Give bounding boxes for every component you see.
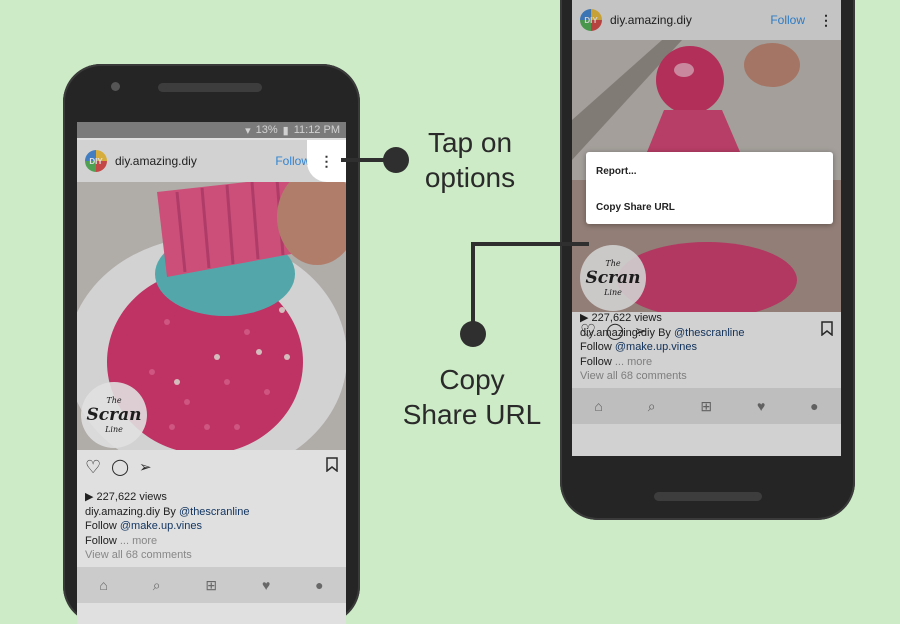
views-count-right: 227,622 views [591,312,662,324]
battery-icon: ▮ [282,124,289,137]
left-phone: ▾ 13% ▮ 11:12 PM DIY diy.amazing.diy Fol… [63,64,360,624]
bookmark-icon[interactable] [326,457,338,477]
right-phone: DIY diy.amazing.diy Follow ⋮ The Scran L… [560,0,855,520]
play-icon: ▶ [85,491,94,503]
like-heart-icon[interactable]: ♡ [85,457,101,478]
watermark-line-3: Line [105,425,123,434]
post-meta: ▶ 227,622 views diy.amazing.diy By @thes… [85,490,340,563]
view-comments-link[interactable]: View all 68 comments [85,548,340,563]
home-icon[interactable]: ⌂ [99,577,107,593]
post-header-right: DIY diy.amazing.diy Follow ⋮ [572,0,841,40]
post-actions: ♡ ◯ ➢ [77,454,346,480]
caption-mention-2[interactable]: @make.up.vines [120,520,202,532]
caption-row-2-right: Follow @make.up.vines [580,340,835,355]
speaker [158,83,262,92]
follow-button-right[interactable]: Follow [770,13,805,27]
battery-level: 13% [255,124,278,136]
play-icon-right: ▶ [580,312,589,324]
caption-row-3: Follow ... more [85,534,340,549]
callout-copy-url-line-1: Copy [439,364,505,395]
speaker-bottom [654,492,762,501]
watermark-line-2: Scran [86,405,142,425]
watermark-line-1: The [106,396,122,405]
add-post-icon[interactable]: ⊞ [205,577,217,594]
scran-line-watermark: The Scran Line [81,382,147,448]
right-screen: DIY diy.amazing.diy Follow ⋮ The Scran L… [572,0,841,456]
views-row-right: ▶ 227,622 views [580,311,835,326]
wifi-icon: ▾ [245,124,251,137]
search-icon[interactable]: ⌕ [153,577,161,594]
caption-row-right: diy.amazing.diy By @thescranline [580,326,835,341]
activity-heart-icon[interactable]: ♥ [262,577,270,593]
comment-icon[interactable]: ◯ [111,457,129,477]
callout-tap-options-line-2: options [424,162,516,193]
caption-more-link-right[interactable]: ... more [615,356,652,368]
callout-dot-copy-url [460,321,486,347]
caption-mention-2-right[interactable]: @make.up.vines [615,341,697,353]
search-icon-right[interactable]: ⌕ [648,398,656,415]
callout-connector-options [341,158,389,162]
post-username[interactable]: diy.amazing.diy [115,154,275,168]
home-icon-right[interactable]: ⌂ [594,398,602,414]
bottom-nav-right: ⌂ ⌕ ⊞ ♥ ● [572,388,841,424]
options-menu: Report... Copy Share URL [586,152,833,224]
caption-mention[interactable]: @thescranline [179,506,249,518]
caption-username[interactable]: diy.amazing.diy [85,506,160,518]
more-options-icon-right[interactable]: ⋮ [819,12,833,29]
caption-follow-2-right: Follow [580,355,612,368]
views-count: 227,622 views [96,491,167,503]
view-comments-link-right[interactable]: View all 68 comments [580,369,835,384]
watermark-right-line-1: The [605,259,621,268]
caption-username-right[interactable]: diy.amazing.diy [580,327,655,339]
callout-copy-url: Copy Share URL [392,362,552,432]
menu-item-report[interactable]: Report... [596,166,637,177]
post-photo[interactable]: The Scran Line [77,182,346,450]
post-header: DIY diy.amazing.diy Follow ⋮ [77,140,346,182]
bottom-nav: ⌂ ⌕ ⊞ ♥ ● [77,567,346,603]
menu-item-copy-share-url[interactable]: Copy Share URL [596,202,675,213]
profile-logo-right[interactable]: DIY [580,9,602,31]
caption-row-2: Follow @make.up.vines [85,519,340,534]
post-meta-right: ▶ 227,622 views diy.amazing.diy By @thes… [580,311,835,384]
views-row: ▶ 227,622 views [85,490,340,505]
add-post-icon-right[interactable]: ⊞ [700,398,712,415]
callout-connector-copy-h [471,242,589,246]
profile-icon-right[interactable]: ● [810,398,818,414]
caption-follow-right: Follow [580,341,612,353]
profile-icon[interactable]: ● [315,577,323,593]
caption-more-link[interactable]: ... more [120,535,157,547]
callout-tap-options-line-1: Tap on [427,127,513,158]
caption-follow: Follow [85,520,117,532]
status-time: 11:12 PM [293,124,340,136]
caption-row-3-right: Follow ... more [580,355,835,370]
watermark-right-line-2: Scran [585,268,641,288]
camera [111,82,120,91]
caption-by: By [163,505,176,518]
callout-copy-url-line-2: Share URL [402,399,542,430]
caption-row: diy.amazing.diy By @thescranline [85,505,340,520]
callout-tap-options: Tap on options [405,125,535,195]
watermark-right-line-3: Line [604,288,622,297]
activity-heart-icon-right[interactable]: ♥ [757,398,765,414]
share-send-icon[interactable]: ➢ [139,458,152,476]
post-username-right[interactable]: diy.amazing.diy [610,13,770,27]
follow-button[interactable]: Follow [275,154,310,168]
scran-line-watermark-right: The Scran Line [580,245,646,311]
caption-follow-2: Follow [85,534,117,547]
status-bar: ▾ 13% ▮ 11:12 PM [77,122,346,138]
caption-mention-right[interactable]: @thescranline [674,327,744,339]
left-screen: ▾ 13% ▮ 11:12 PM DIY diy.amazing.diy Fol… [77,122,346,624]
caption-by-right: By [658,326,671,339]
profile-logo[interactable]: DIY [85,150,107,172]
